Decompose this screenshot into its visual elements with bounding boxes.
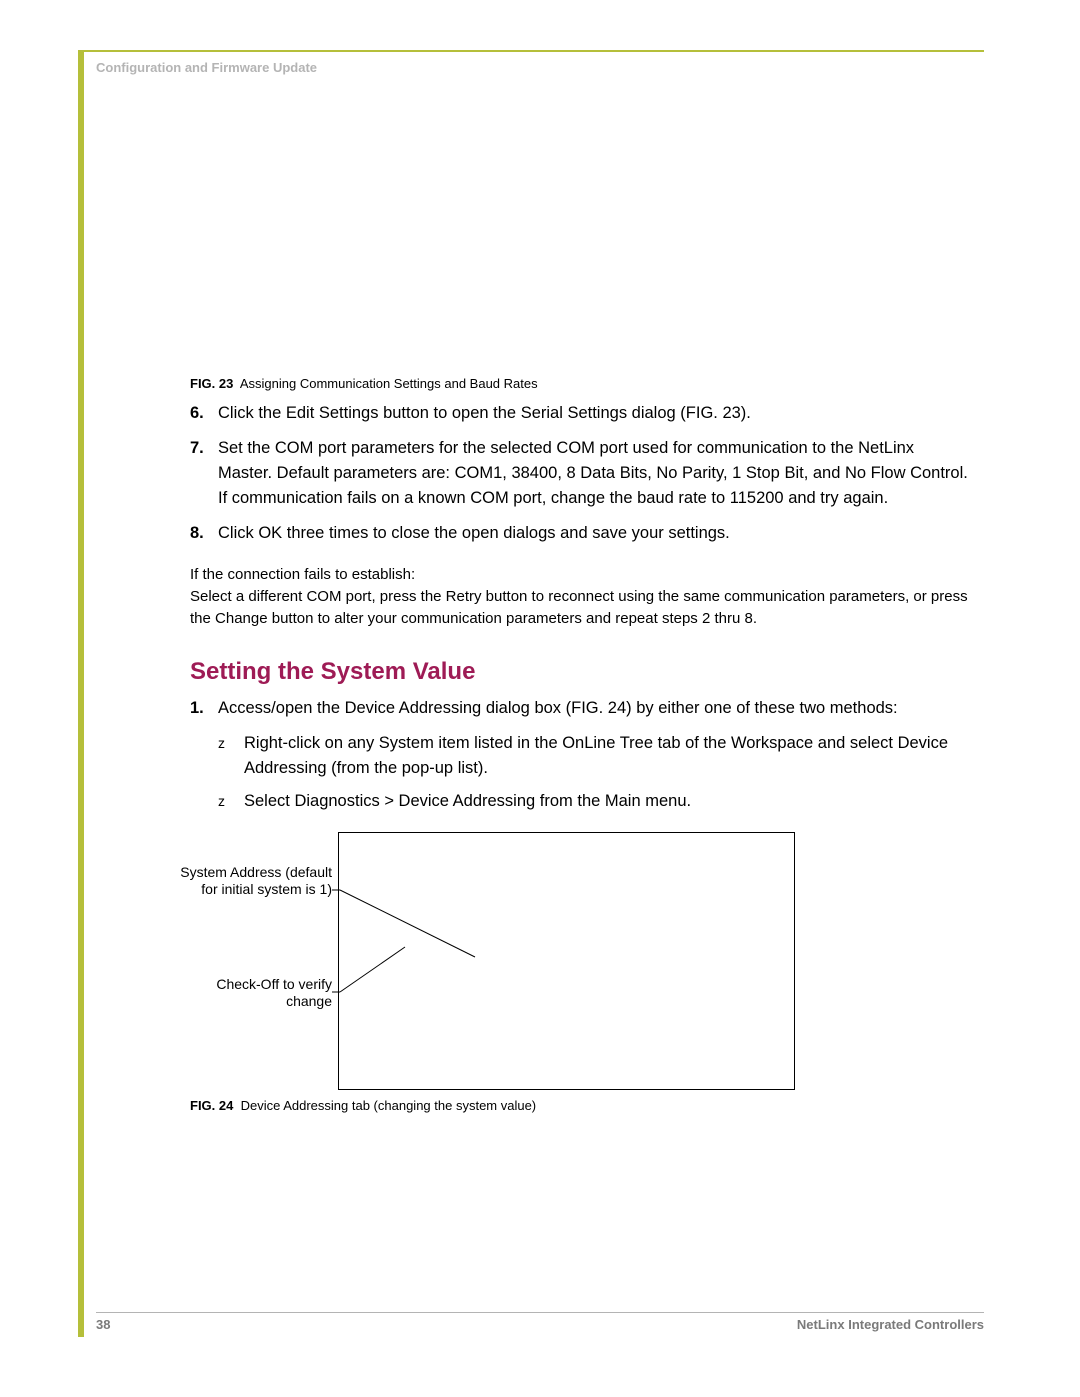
- steps-list-section: 1. Access/open the Device Addressing dia…: [190, 696, 970, 721]
- figure-24-placeholder: [338, 832, 795, 1090]
- footer-doc-title: NetLinx Integrated Controllers: [797, 1317, 984, 1332]
- figure-24-area: System Address (default for initial syst…: [190, 832, 970, 1092]
- bullet-icon: z: [218, 731, 244, 756]
- sub-bullet-text: Right-click on any System item listed in…: [244, 731, 970, 781]
- sub-bullet-2: z Select Diagnostics > Device Addressing…: [218, 789, 970, 814]
- step-8: 8. Click OK three times to close the ope…: [190, 521, 970, 546]
- step-number: 1.: [190, 696, 218, 721]
- troubleshoot-note: If the connection fails to establish: Se…: [190, 564, 970, 630]
- troubleshoot-line-2: Select a different COM port, press the R…: [190, 586, 970, 630]
- sub-bullet-text: Select Diagnostics > Device Addressing f…: [244, 789, 970, 814]
- page-footer: 38 NetLinx Integrated Controllers: [96, 1312, 984, 1335]
- step-7: 7. Set the COM port parameters for the s…: [190, 436, 970, 511]
- figure-23-text: Assigning Communication Settings and Bau…: [240, 376, 538, 391]
- step-number: 7.: [190, 436, 218, 461]
- step-number: 8.: [190, 521, 218, 546]
- troubleshoot-line-1: If the connection fails to establish:: [190, 564, 970, 586]
- sub-bullet-list: z Right-click on any System item listed …: [218, 731, 970, 814]
- step-number: 6.: [190, 401, 218, 426]
- step-text: Access/open the Device Addressing dialog…: [218, 696, 970, 721]
- step-1: 1. Access/open the Device Addressing dia…: [190, 696, 970, 721]
- section-heading: Setting the System Value: [190, 658, 970, 686]
- step-text: Set the COM port parameters for the sele…: [218, 436, 970, 511]
- figure-24-number: FIG. 24: [190, 1098, 233, 1113]
- main-content: FIG. 23 Assigning Communication Settings…: [190, 372, 970, 1123]
- callout-system-address: System Address (default for initial syst…: [180, 864, 332, 898]
- page-number: 38: [96, 1317, 110, 1332]
- bullet-icon: z: [218, 789, 244, 814]
- step-text: Click OK three times to close the open d…: [218, 521, 970, 546]
- figure-24-text: Device Addressing tab (changing the syst…: [241, 1098, 537, 1113]
- step-text: Click the Edit Settings button to open t…: [218, 401, 970, 426]
- callout-check-off: Check-Off to verify change: [180, 976, 332, 1010]
- figure-24-caption: FIG. 24 Device Addressing tab (changing …: [190, 1098, 970, 1113]
- document-page: Configuration and Firmware Update FIG. 2…: [0, 0, 1080, 1397]
- left-accent-bar: [78, 50, 84, 1337]
- figure-23-number: FIG. 23: [190, 376, 233, 391]
- top-accent-rule: [84, 50, 984, 52]
- figure-23-caption: FIG. 23 Assigning Communication Settings…: [190, 376, 970, 391]
- sub-bullet-1: z Right-click on any System item listed …: [218, 731, 970, 781]
- running-header: Configuration and Firmware Update: [96, 60, 317, 75]
- steps-list-top: 6. Click the Edit Settings button to ope…: [190, 401, 970, 546]
- step-6: 6. Click the Edit Settings button to ope…: [190, 401, 970, 426]
